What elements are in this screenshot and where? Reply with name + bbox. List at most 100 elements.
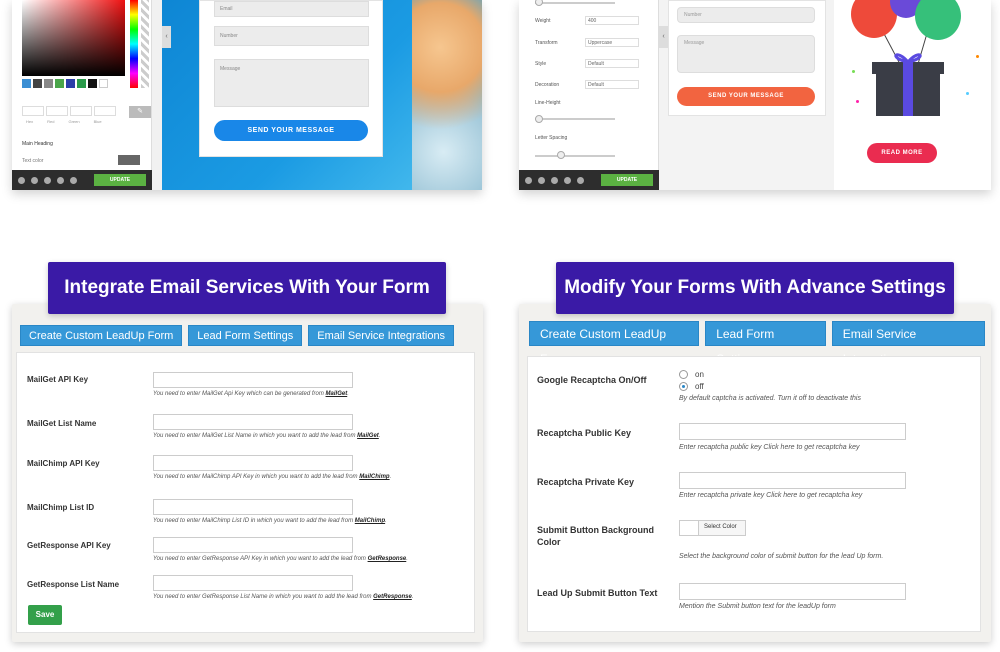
letter-spacing-slider[interactable] [535,155,615,157]
swatch[interactable] [77,79,86,88]
mailget-api-key-input[interactable] [153,372,353,388]
send-message-button[interactable]: SEND YOUR MESSAGE [214,120,368,141]
message-field[interactable]: Message [677,35,815,73]
getresponse-link[interactable]: GetResponse [373,594,412,600]
red-label: Red [47,119,55,124]
history-icon[interactable] [44,176,51,184]
send-message-button[interactable]: SEND YOUR MESSAGE [677,87,815,106]
swatch[interactable] [55,79,64,88]
field-hint: You need to enter MailChimp API Key in w… [153,474,392,480]
recaptcha-public-key-input[interactable] [679,423,906,440]
preview-card-left: Hex Red Green Blue ✎ Main Heading Text c… [12,0,482,190]
read-more-button[interactable]: READ MORE [867,143,937,163]
decoration-label: Decoration [535,82,560,88]
alpha-slider[interactable] [141,0,149,88]
submit-button-text-input[interactable] [679,583,906,600]
select-color-label: Select Color [704,524,737,530]
tab-create-custom-form[interactable]: Create Custom LeadUp Form [20,325,183,346]
style-select[interactable]: Default [585,59,639,68]
tab-email-service-integrations[interactable]: Email Service Integrations [831,321,985,366]
line-height-label: Line-Height [535,100,561,106]
red-input[interactable] [46,106,68,116]
getresponse-link[interactable]: GetResponse [368,556,407,562]
letter-spacing-label: Letter Spacing [535,135,568,141]
mailget-link[interactable]: MailGet [357,433,379,439]
swatch[interactable] [33,79,42,88]
swatch[interactable] [22,79,31,88]
getresponse-api-key-input[interactable] [153,537,353,553]
layers-icon[interactable] [31,176,38,184]
recaptcha-toggle-label: Google Recaptcha On/Off [537,375,647,385]
responsive-icon[interactable] [564,176,571,184]
field-label: GetResponse List Name [27,580,120,589]
mailget-link[interactable]: MailGet [326,391,348,397]
recaptcha-hint: By default captcha is activated. Turn it… [679,395,861,402]
private-key-hint: Enter recaptcha private key Click here t… [679,492,863,499]
line-height-slider[interactable] [535,118,615,120]
mailchimp-link[interactable]: MailChimp [355,518,385,524]
swatch[interactable] [88,79,97,88]
private-key-label: Recaptcha Private Key [537,477,635,487]
text-color-swatch[interactable] [118,155,140,165]
settings-tabs: Create Custom LeadUp Form Lead Form Sett… [20,325,460,346]
history-icon[interactable] [551,176,558,184]
color-picker-area[interactable] [22,0,125,76]
recaptcha-private-key-input[interactable] [679,472,906,489]
email-field[interactable]: Email [214,1,369,17]
save-button[interactable]: Save [28,605,62,625]
submit-text-hint: Mention the Submit button text for the l… [679,603,836,610]
public-key-label: Recaptcha Public Key [537,428,632,438]
responsive-icon[interactable] [57,176,64,184]
tab-lead-form-settings[interactable]: Lead Form Settings [705,321,826,366]
slider-knob[interactable] [557,151,565,159]
advance-settings: Create Custom LeadUp Form Lead Form Sett… [519,304,991,642]
tab-email-service-integrations[interactable]: Email Service Integrations [308,325,455,346]
weight-select[interactable]: 400 [585,16,639,25]
green-input[interactable] [70,106,92,116]
slider-knob[interactable] [535,0,543,6]
mailchimp-list-id-input[interactable] [153,499,353,515]
message-field[interactable]: Message [214,59,369,107]
number-field[interactable]: Number [214,26,369,46]
mailchimp-link[interactable]: MailChimp [359,474,389,480]
select-color-button[interactable]: Select Color [679,520,746,536]
slider-knob[interactable] [535,115,543,123]
preview-eye-icon[interactable] [577,176,584,184]
preview-eye-icon[interactable] [70,176,77,184]
field-hint: You need to enter GetResponse List Name … [153,594,414,600]
advance-settings-form: Google Recaptcha On/Off on off By defaul… [527,356,981,632]
mailchimp-api-key-input[interactable] [153,455,353,471]
field-hint: You need to enter MailGet List Name in w… [153,433,381,439]
settings-icon[interactable] [525,176,532,184]
layers-icon[interactable] [538,176,545,184]
main-heading-label: Main Heading [22,141,53,147]
getresponse-list-name-input[interactable] [153,575,353,591]
mailget-list-name-input[interactable] [153,414,353,430]
field-label: MailChimp API Key [27,459,100,468]
tab-create-custom-form[interactable]: Create Custom LeadUp Form [529,321,700,366]
recaptcha-on-radio[interactable] [679,370,688,379]
hex-input[interactable] [22,106,44,116]
hue-slider[interactable] [130,0,138,88]
bg-color-label: Submit Button Background Color [537,525,654,547]
field-hint: You need to enter GetResponse API Key in… [153,556,408,562]
transform-label: Transform [535,40,558,46]
collapse-panel-icon[interactable]: ‹ [659,26,668,48]
eyedropper-icon[interactable]: ✎ [129,106,151,118]
settings-icon[interactable] [18,176,25,184]
field-label: MailGet API Key [27,375,89,384]
collapse-panel-icon[interactable]: ‹ [162,26,171,48]
size-slider[interactable] [535,2,615,4]
banner-email-services: Integrate Email Services With Your Form [48,262,446,314]
transform-select[interactable]: Uppercase [585,38,639,47]
blue-input[interactable] [94,106,116,116]
number-field[interactable]: Number [677,7,815,23]
decoration-select[interactable]: Default [585,80,639,89]
update-button[interactable]: UPDATE [601,174,653,186]
swatch[interactable] [99,79,108,88]
tab-lead-form-settings[interactable]: Lead Form Settings [188,325,303,346]
swatch[interactable] [44,79,53,88]
swatch[interactable] [66,79,75,88]
update-button[interactable]: UPDATE [94,174,146,186]
recaptcha-off-radio[interactable] [679,382,688,391]
